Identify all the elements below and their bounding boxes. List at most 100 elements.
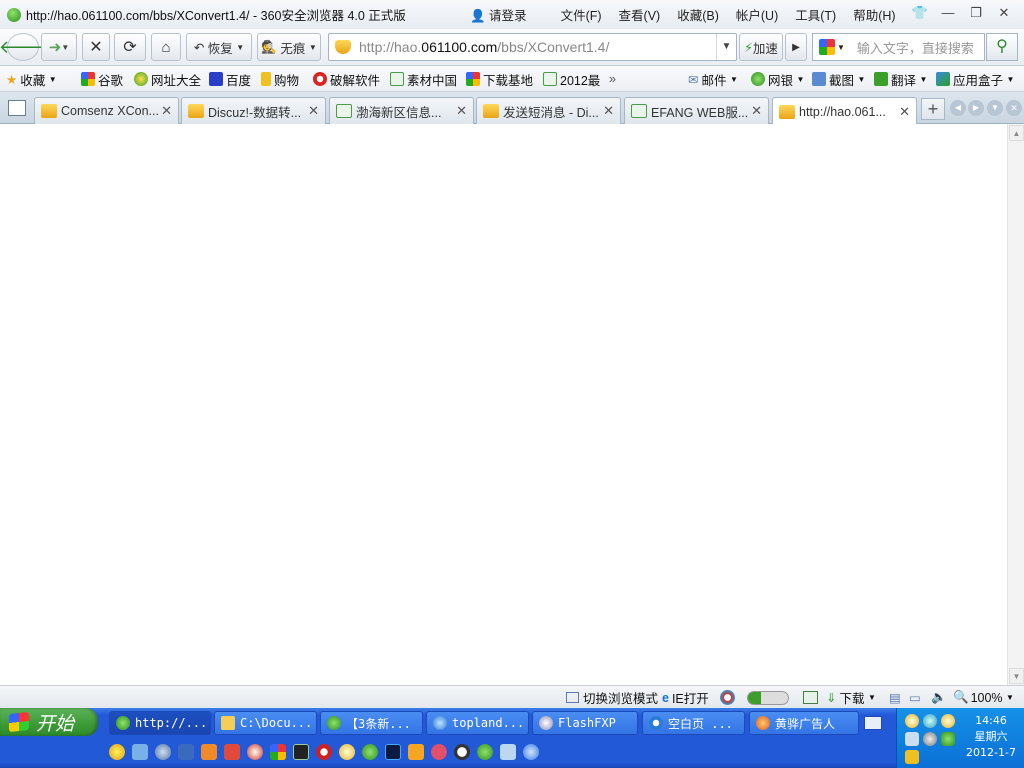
quicklaunch-desktop-icon[interactable] xyxy=(178,744,194,760)
menu-view[interactable]: 查看(V) xyxy=(619,5,661,24)
skin-shirt-icon[interactable]: 👕 xyxy=(906,3,934,23)
ie-open-button[interactable]: e IE打开 xyxy=(662,689,709,707)
close-all-tabs-icon[interactable]: ✕ xyxy=(1006,100,1022,116)
go-button[interactable]: ▶ xyxy=(785,33,807,61)
restore-button[interactable]: ↶ 恢复 ▼ xyxy=(186,33,252,61)
toolbar-screenshot[interactable]: 截图 ▼ xyxy=(812,70,865,88)
quicklaunch-qq-icon[interactable] xyxy=(339,744,355,760)
quicklaunch-illustrator-icon[interactable] xyxy=(408,744,424,760)
tab-scroll-left-icon[interactable]: ◀ xyxy=(950,100,966,116)
tab-hao-061100-active[interactable]: http://hao.061... ✕ xyxy=(772,97,917,125)
minimize-button[interactable]: — xyxy=(934,3,962,23)
download-button[interactable]: ⇓ 下载 ▼ xyxy=(826,689,876,706)
quicklaunch-360-icon[interactable] xyxy=(362,744,378,760)
quicklaunch-search-icon[interactable] xyxy=(155,744,171,760)
menu-tools[interactable]: 工具(T) xyxy=(795,5,836,24)
tab-close-icon[interactable]: ✕ xyxy=(308,103,319,119)
page-tools-icon[interactable] xyxy=(803,689,818,706)
sound-icon[interactable]: 🔈 xyxy=(931,689,947,706)
bookmark-site-directory[interactable]: 网址大全 xyxy=(134,70,201,88)
vertical-scrollbar[interactable]: ▲ ▼ xyxy=(1007,124,1024,685)
quicklaunch-photoshop-icon[interactable] xyxy=(385,744,401,760)
menu-file[interactable]: 文件(F) xyxy=(561,5,602,24)
tray-qq2-icon[interactable] xyxy=(941,714,955,728)
close-button[interactable]: ✕ xyxy=(990,3,1018,23)
quicklaunch-tiles-icon[interactable] xyxy=(270,744,286,760)
tray-display-icon[interactable] xyxy=(905,732,919,746)
login-link[interactable]: 👤 请登录 xyxy=(470,5,544,24)
search-engine-dropdown-icon[interactable]: ▼ xyxy=(837,43,845,52)
bookmarks-overflow-icon[interactable]: » xyxy=(609,70,616,88)
home-button[interactable]: ⌂ xyxy=(151,33,181,61)
tab-close-icon[interactable]: ✕ xyxy=(456,103,467,119)
tab-send-message[interactable]: 发送短消息 - Di... ✕ xyxy=(476,97,621,124)
start-button[interactable]: 开始 xyxy=(0,708,98,736)
keyboard-icon[interactable] xyxy=(864,716,882,730)
bookmark-baidu[interactable]: 百度 xyxy=(209,70,251,88)
print-icon[interactable]: ▤ xyxy=(889,689,901,706)
menu-favorites[interactable]: 收藏(B) xyxy=(677,5,719,24)
tab-close-icon[interactable]: ✕ xyxy=(161,103,172,119)
sidebar-toggle-icon[interactable] xyxy=(8,100,26,116)
tab-list-icon[interactable]: ▼ xyxy=(987,100,1003,116)
bookmark-download-base[interactable]: 下载基地 xyxy=(466,70,533,88)
taskbar-item-blank-page[interactable]: 空白页 ... xyxy=(642,711,745,735)
stop-button[interactable]: ✕ xyxy=(82,33,110,61)
search-engine-icon[interactable] xyxy=(819,39,835,55)
tray-messenger-icon[interactable] xyxy=(905,750,919,764)
speed-toggle-icon[interactable] xyxy=(747,689,789,706)
toolbar-translate[interactable]: 翻译 ▼ xyxy=(874,70,927,88)
taskbar-item-explorer[interactable]: C:\Docu... xyxy=(214,711,317,735)
bookmark-cracked-software[interactable]: 破解软件 xyxy=(313,70,380,88)
toolbar-mail[interactable]: ✉ 邮件 ▼ xyxy=(688,70,738,88)
address-bar[interactable]: http://hao.061100.com/bbs/XConvert1.4/ ▼ xyxy=(328,33,737,61)
taskbar-item-huanghua-ad[interactable]: 黄骅广告人 xyxy=(749,711,859,735)
accelerate-button[interactable]: ⚡ 加速 xyxy=(739,33,783,61)
bookmark-sucai-china[interactable]: 素材中国 xyxy=(390,70,457,88)
tray-volume-icon[interactable] xyxy=(923,732,937,746)
quicklaunch-ie-icon[interactable] xyxy=(523,744,539,760)
quicklaunch-recycle-icon[interactable] xyxy=(500,744,516,760)
back-button[interactable]: 🡐 xyxy=(0,33,47,61)
scroll-down-icon[interactable]: ▼ xyxy=(1009,668,1024,684)
private-mode-button[interactable]: 🕵 无痕 ▼ xyxy=(257,33,321,61)
tab-comsenz[interactable]: Comsenz XCon... ✕ xyxy=(34,97,179,124)
bookmark-google[interactable]: 谷歌 xyxy=(81,70,123,88)
menu-account[interactable]: 帐户(U) xyxy=(736,5,778,24)
scroll-up-icon[interactable]: ▲ xyxy=(1009,125,1024,141)
quicklaunch-player-icon[interactable] xyxy=(316,744,332,760)
refresh-button[interactable]: ⟳ xyxy=(114,33,146,61)
forward-button[interactable]: ➜ ▼ xyxy=(41,33,77,61)
favorites-menu[interactable]: ★ 收藏 ▼ xyxy=(6,70,57,88)
quicklaunch-k-icon[interactable] xyxy=(454,744,470,760)
quicklaunch-media-icon[interactable] xyxy=(224,744,240,760)
tab-close-icon[interactable]: ✕ xyxy=(603,103,614,119)
quicklaunch-app-icon[interactable] xyxy=(201,744,217,760)
taskbar-item-browser[interactable]: http://... xyxy=(109,711,211,735)
tab-efang-web[interactable]: EFANG WEB服... ✕ xyxy=(624,97,769,124)
tab-scroll-right-icon[interactable]: ▶ xyxy=(968,100,984,116)
tray-qq-icon[interactable] xyxy=(905,714,919,728)
search-box[interactable]: ▼ 输入文字，直接搜索 xyxy=(812,33,985,61)
zoom-control[interactable]: 🔍 100% ▼ xyxy=(953,689,1014,706)
tray-network-icon[interactable] xyxy=(923,714,937,728)
taskbar-item-flashfxp[interactable]: FlashFXP xyxy=(532,711,638,735)
toolbar-app-box[interactable]: 应用盒子 ▼ xyxy=(936,70,1014,88)
quicklaunch-network-icon[interactable] xyxy=(132,744,148,760)
tray-360-shield-icon[interactable] xyxy=(941,732,955,746)
security-status-icon[interactable] xyxy=(720,689,735,706)
menu-help[interactable]: 帮助(H) xyxy=(853,5,895,24)
new-tab-button[interactable]: + xyxy=(921,98,945,120)
quicklaunch-browser-icon[interactable] xyxy=(477,744,493,760)
bookmark-shopping[interactable]: 购物 xyxy=(261,70,299,88)
address-dropdown-icon[interactable]: ▼ xyxy=(716,34,736,60)
bookmark-2012[interactable]: 2012最 xyxy=(543,70,600,88)
taskbar-item-messages[interactable]: 【3条新... xyxy=(320,711,423,735)
quicklaunch-lips-icon[interactable] xyxy=(431,744,447,760)
taskbar-item-topland[interactable]: topland... xyxy=(426,711,529,735)
quicklaunch-terminal-icon[interactable] xyxy=(293,744,309,760)
tab-close-icon[interactable]: ✕ xyxy=(751,103,762,119)
tab-bohai-info[interactable]: 渤海新区信息... ✕ xyxy=(329,97,474,124)
clock[interactable]: 14:46 星期六 2012-1-7 xyxy=(961,713,1021,761)
maximize-button[interactable]: ❐ xyxy=(962,3,990,23)
